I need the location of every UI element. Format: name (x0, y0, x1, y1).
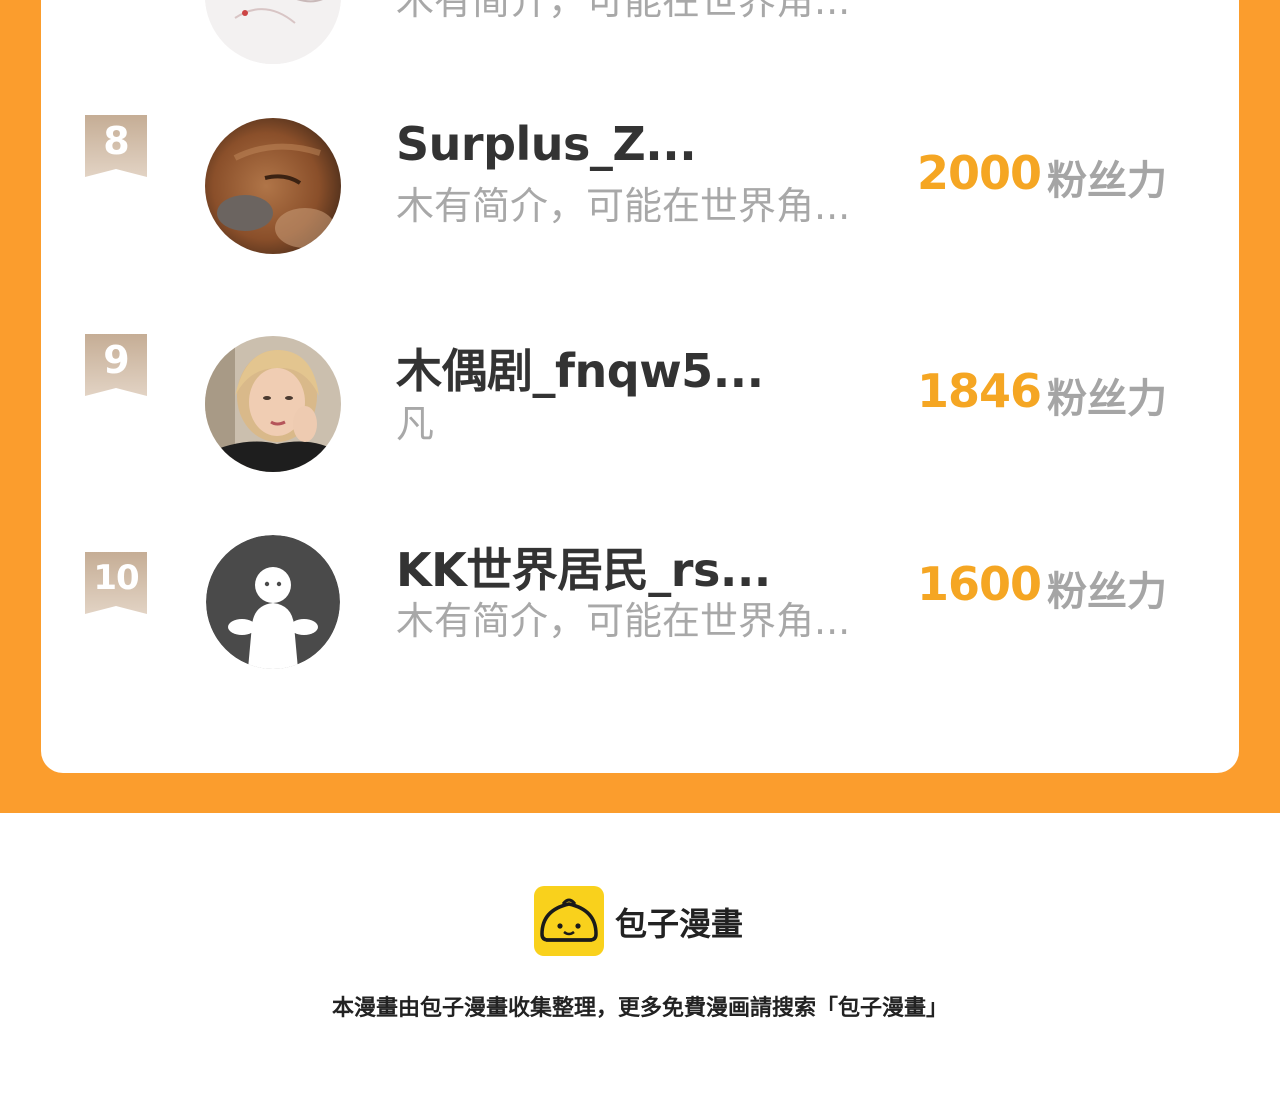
avatar[interactable] (205, 336, 341, 472)
rank-number: 9 (103, 338, 129, 382)
fan-score-unit: 粉丝力 (1047, 569, 1167, 615)
rank-badge: 9 (85, 334, 147, 396)
leaderboard-row[interactable]: 10 KK世界居民_rs... 木有简介，可能在世界角... 1600 粉丝力 (41, 535, 1239, 702)
leaderboard-row[interactable]: 9 木偶剧_fnqw5... 凡 1846 粉丝力 (41, 323, 1239, 483)
default-avatar-icon[interactable] (206, 535, 340, 669)
user-name[interactable]: 木偶剧_fnqw5... (396, 335, 764, 401)
user-bio: 木有简介，可能在世界角... (396, 184, 851, 228)
avatar (205, 0, 341, 64)
leaderboard-row-partial[interactable]: 木有简介，可能在世界角... (41, 0, 1239, 80)
avatar[interactable] (205, 118, 341, 254)
user-bio: 木有简介，可能在世界角... (396, 0, 851, 23)
fan-score: 1846 (917, 364, 1042, 418)
fan-score: 2000 (917, 146, 1042, 200)
bun-logo-icon (534, 886, 604, 956)
rank-badge: 10 (85, 552, 147, 614)
footer-brand: 包子漫畫 (615, 905, 744, 943)
user-name[interactable]: Surplus_Z... (396, 117, 697, 171)
leaderboard-row[interactable]: 8 Surplus_Z... 木有简介，可能在世界角... 2000 粉丝力 (41, 105, 1239, 265)
rank-badge: 8 (85, 115, 147, 177)
leaderboard-card: 木有简介，可能在世界角... 8 Surplus_Z... 木有简介，可能在世界… (41, 0, 1239, 773)
footer-notice: 本漫畫由包子漫畫收集整理，更多免費漫画請搜索「包子漫畫」 (331, 996, 948, 1021)
fan-score-unit: 粉丝力 (1047, 158, 1167, 204)
rank-number: 10 (93, 558, 139, 598)
user-bio: 木有简介，可能在世界角... (396, 599, 851, 643)
fan-score: 1600 (917, 557, 1042, 611)
fan-score-unit: 粉丝力 (1047, 376, 1167, 422)
user-bio: 凡 (396, 402, 435, 446)
rank-number: 8 (103, 119, 129, 163)
